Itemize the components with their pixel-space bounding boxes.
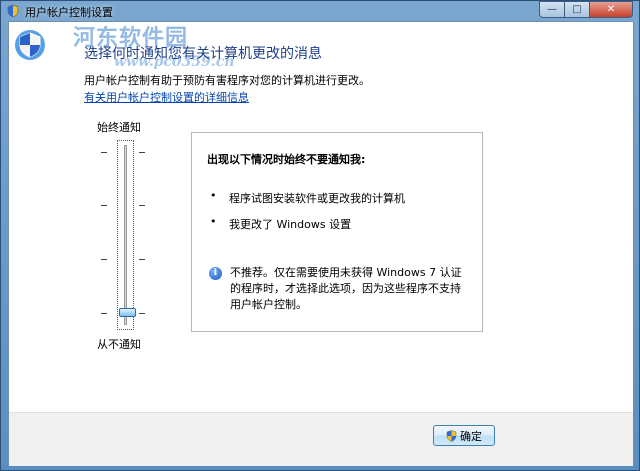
page-description: 用户帐户控制有助于预防有害程序对您的计算机进行更改。 <box>84 74 370 87</box>
button-bar: 确定 <box>9 412 633 466</box>
slider-tick <box>139 152 145 153</box>
uac-settings-window: 用户帐户控制设置 — □ ✕ 河东软件园 www.pc0359.cn 选择何时通… <box>0 0 640 471</box>
minimize-button[interactable]: — <box>539 1 565 18</box>
slider-tick <box>101 313 107 314</box>
client-area: 河东软件园 www.pc0359.cn 选择何时通知您有关计算机更改的消息 用户… <box>8 21 634 466</box>
panel-title: 出现以下情况时始终不要通知我: <box>207 153 366 166</box>
page-heading: 选择何时通知您有关计算机更改的消息 <box>84 46 322 62</box>
slider-groove <box>124 145 127 325</box>
uac-shield-icon <box>446 429 457 442</box>
ok-button[interactable]: 确定 <box>433 425 495 446</box>
title-bar[interactable]: 用户帐户控制设置 — □ ✕ <box>1 1 639 21</box>
slider-tick <box>101 205 107 206</box>
panel-note: 不推荐。仅在需要使用未获得 Windows 7 认证的程序时，才选择此选项，因为… <box>230 266 462 311</box>
maximize-button[interactable]: □ <box>565 1 590 18</box>
slider-top-label: 始终通知 <box>97 121 141 134</box>
list-item-text: 程序试图安装软件或更改我的计算机 <box>229 192 405 205</box>
slider-tick <box>101 152 107 153</box>
info-icon: i <box>209 267 222 280</box>
level-description-panel: 出现以下情况时始终不要通知我: • 程序试图安装软件或更改我的计算机 • 我更改… <box>191 132 483 332</box>
slider-tick <box>101 259 107 260</box>
window-title: 用户帐户控制设置 <box>25 6 113 19</box>
slider-tick <box>139 313 145 314</box>
bullet-dot-icon: • <box>210 189 217 202</box>
slider-bottom-label: 从不通知 <box>97 338 141 351</box>
slider-thumb[interactable] <box>119 308 136 317</box>
notification-level-slider[interactable] <box>117 140 134 330</box>
uac-shield-icon <box>7 4 19 18</box>
uac-shield-icon <box>15 30 45 60</box>
bullet-dot-icon: • <box>210 215 217 228</box>
list-item-text: 我更改了 Windows 设置 <box>229 218 352 231</box>
caption-buttons: — □ ✕ <box>539 1 633 19</box>
slider-tick <box>139 259 145 260</box>
uac-help-link[interactable]: 有关用户帐户控制设置的详细信息 <box>84 89 249 105</box>
close-button[interactable]: ✕ <box>590 1 633 18</box>
ok-button-label: 确定 <box>460 429 482 443</box>
slider-tick <box>139 205 145 206</box>
